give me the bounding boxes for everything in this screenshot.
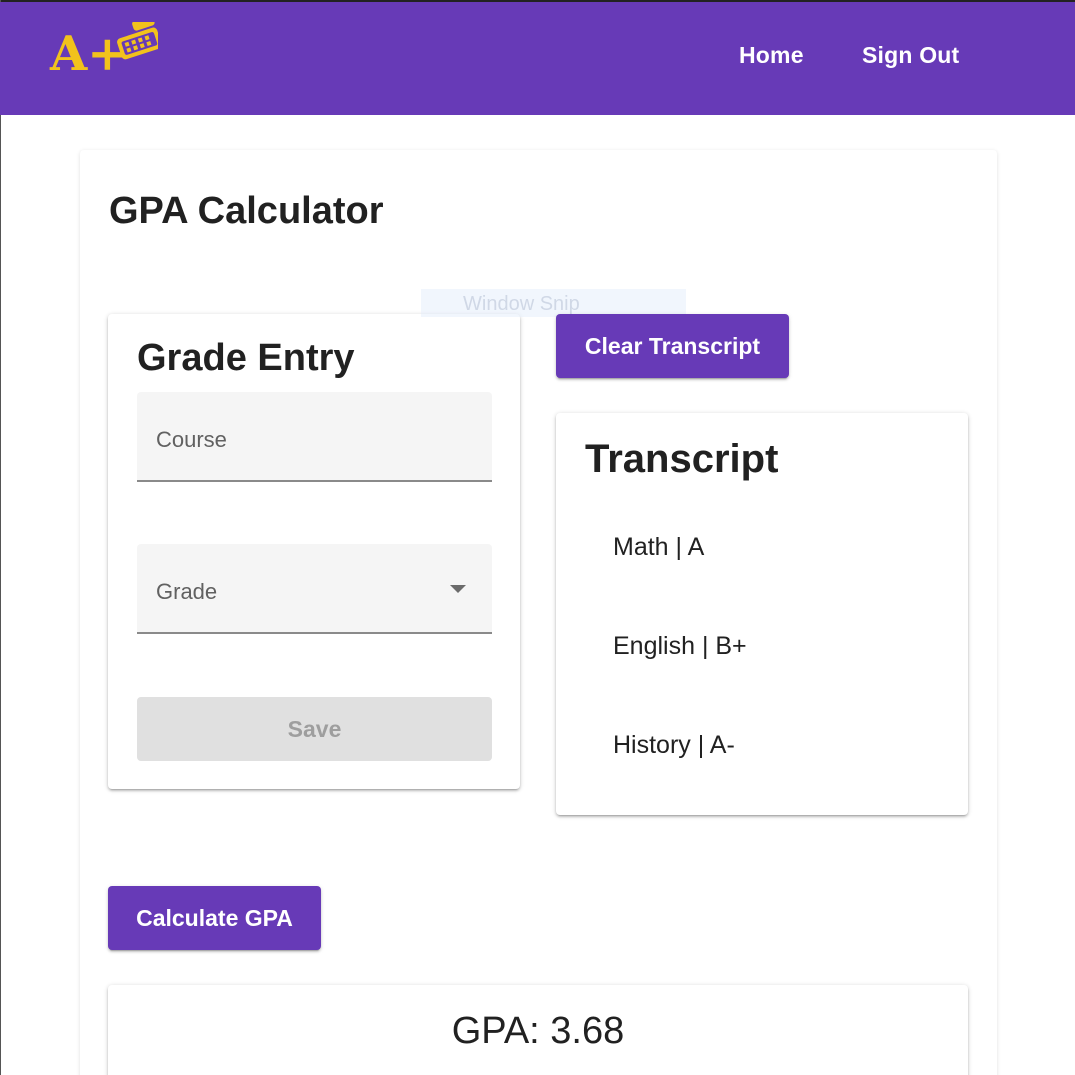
- grade-entry-title: Grade Entry: [137, 337, 355, 379]
- dropdown-arrow-icon: [450, 585, 466, 593]
- grade-field-label: Grade: [156, 579, 218, 604]
- grade-select[interactable]: Grade: [137, 544, 492, 634]
- transcript-item: History | A-: [613, 731, 735, 759]
- gpa-result: GPA: 3.68: [108, 1010, 968, 1053]
- calculate-gpa-button[interactable]: Calculate GPA: [108, 886, 321, 950]
- gpa-value: 3.68: [550, 1010, 625, 1052]
- save-button[interactable]: Save: [137, 697, 492, 761]
- nav-home-link[interactable]: Home: [739, 42, 804, 69]
- window-left-border: [0, 0, 1, 1075]
- transcript-title: Transcript: [585, 437, 779, 481]
- logo-a-letter: A+: [49, 26, 127, 74]
- page-title: GPA Calculator: [109, 190, 384, 232]
- app-bar: A+ Home Sign Out: [0, 2, 1075, 115]
- course-input[interactable]: Course: [137, 392, 492, 482]
- app-logo-icon[interactable]: A+: [48, 22, 158, 74]
- clear-transcript-button[interactable]: Clear Transcript: [556, 314, 789, 378]
- nav-sign-out-link[interactable]: Sign Out: [862, 42, 959, 69]
- gpa-label: GPA:: [451, 1010, 540, 1052]
- course-field-label: Course: [156, 427, 227, 452]
- transcript-item: English | B+: [613, 632, 747, 660]
- window-snip-ghost: Window Snip: [421, 289, 686, 317]
- transcript-item: Math | A: [613, 533, 705, 561]
